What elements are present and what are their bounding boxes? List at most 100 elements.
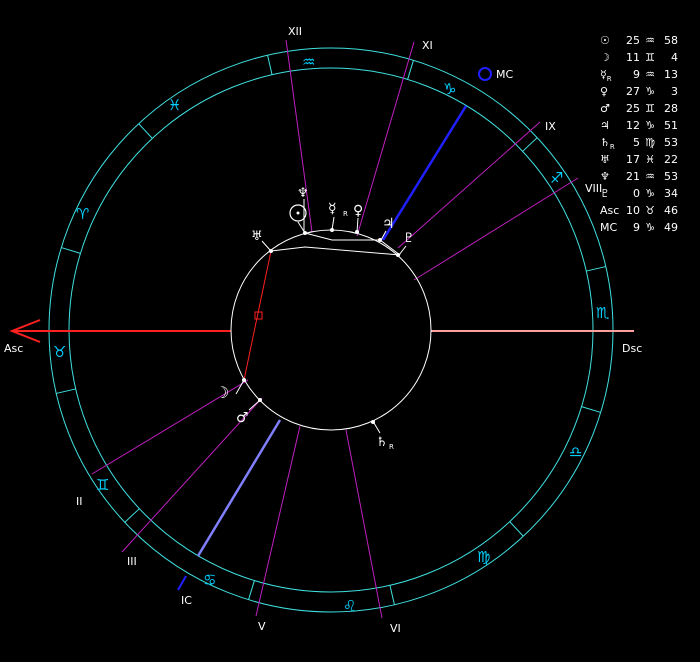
- position-sign-icon: ♉: [645, 204, 655, 217]
- position-row: ☉ 25 ♒ 58: [600, 32, 678, 49]
- sign-divider: [586, 266, 606, 272]
- mc-label: MC: [496, 68, 513, 81]
- scorpio-icon: ♏: [596, 304, 610, 322]
- position-degree: 11: [626, 51, 640, 64]
- planet-symbol: ♅: [600, 153, 610, 166]
- planet-symbol: ♄R: [600, 136, 615, 152]
- position-sign-icon: ♑: [645, 187, 655, 200]
- house-line-viii: [397, 121, 541, 249]
- position-sign-icon: ♓: [645, 153, 655, 166]
- sign-divider: [522, 137, 538, 152]
- position-row: ♇ 0 ♑ 34: [600, 185, 678, 202]
- position-minute: 53: [664, 136, 678, 149]
- sagittarius-icon: ♐: [550, 169, 563, 187]
- sign-divider: [407, 60, 414, 80]
- position-row: ♆ 21 ♒ 53: [600, 168, 678, 185]
- planet-symbol: ☽: [600, 51, 610, 64]
- position-row: ♄R 5 ♍ 53: [600, 134, 678, 151]
- position-row: ☿R 9 ♒ 13: [600, 66, 678, 83]
- planet-symbol: ♀: [600, 85, 609, 98]
- position-minute: 58: [664, 34, 678, 47]
- mercury-icon: ☿: [328, 201, 337, 217]
- planet-leader-line: [398, 245, 407, 256]
- planet-positions-table: ☉ 25 ♒ 58 ☽ 11 ♊ 4 ☿R 9 ♒ 13 ♀ 27 ♑ 3 ♂ 25 ♊ 28 ♃ 12 ♑ 51 ♄R 5 ♍ 53…: [600, 32, 678, 236]
- house-label-ix: IX: [545, 120, 556, 133]
- position-degree: 25: [626, 102, 640, 115]
- position-row: ☽ 11 ♊ 4: [600, 49, 678, 66]
- position-row: Asc 10 ♉ 46: [600, 202, 678, 219]
- position-degree: 5: [633, 136, 640, 149]
- house-label-v: V: [258, 620, 266, 633]
- libra-icon: ♎: [569, 443, 582, 461]
- position-row: ♂ 25 ♊ 28: [600, 100, 678, 117]
- position-sign-icon: ♒: [645, 170, 655, 183]
- dsc-label: Dsc: [622, 342, 642, 355]
- position-degree: 17: [626, 153, 640, 166]
- capricorn-icon: ♑: [443, 80, 456, 98]
- planet-symbol: ☿R: [600, 68, 612, 84]
- planet-symbol: Asc: [600, 204, 620, 217]
- aries-icon: ♈: [76, 205, 89, 223]
- position-degree: 21: [626, 170, 640, 183]
- venus-icon: ♀: [353, 203, 363, 219]
- pisces-icon: ♓: [168, 96, 181, 114]
- position-minute: 51: [664, 119, 678, 132]
- sign-divider: [138, 123, 153, 139]
- position-row: ♀ 27 ♑ 3: [600, 83, 678, 100]
- retrograde-marker: R: [606, 75, 612, 84]
- moon-icon: ☽: [215, 383, 229, 402]
- position-minute: 3: [671, 85, 678, 98]
- planet-leader-line: [356, 217, 359, 233]
- position-sign-icon: ♑: [645, 119, 655, 132]
- position-minute: 22: [664, 153, 678, 166]
- mc-axis: [381, 105, 468, 241]
- uranus-icon: ♅: [251, 229, 263, 244]
- sign-divider: [248, 580, 255, 600]
- position-degree: 9: [633, 68, 640, 81]
- house-label-iii: III: [127, 555, 137, 568]
- house-label-xi: XI: [422, 39, 433, 52]
- planet-leader-line: [248, 400, 260, 411]
- sign-dividers: [56, 55, 606, 605]
- position-row: ♃ 12 ♑ 51: [600, 117, 678, 134]
- position-sign-icon: ♊: [645, 102, 655, 115]
- planet-leader-line: [331, 216, 335, 231]
- house-line-ix: [413, 177, 579, 281]
- aspect-line-white: [270, 246, 401, 256]
- position-sign-icon: ♊: [645, 51, 655, 64]
- position-sign-icon: ♒: [645, 68, 655, 81]
- planet-leader-line: [261, 240, 271, 251]
- sign-divider: [56, 388, 76, 394]
- cancer-icon: ♋: [203, 571, 216, 589]
- planet-symbol: MC: [600, 221, 618, 234]
- position-row: MC 9 ♑ 49: [600, 219, 678, 236]
- neptune-icon: ♆: [297, 186, 309, 201]
- position-minute: 46: [664, 204, 678, 217]
- house-label-xii: XII: [288, 25, 302, 38]
- position-sign-icon: ♒: [645, 34, 655, 47]
- planet-symbol: ♃: [600, 119, 610, 132]
- position-degree: 10: [626, 204, 640, 217]
- planet-symbol: ♂: [600, 102, 610, 115]
- mercury-retro: R: [343, 210, 348, 218]
- position-row: ♅ 17 ♓ 22: [600, 151, 678, 168]
- sign-divider: [389, 585, 395, 605]
- position-degree: 27: [626, 85, 640, 98]
- house-label-vi: VI: [390, 622, 401, 635]
- sign-divider: [509, 521, 524, 537]
- mars-icon: ♂: [236, 410, 249, 426]
- taurus-icon: ♉: [53, 343, 66, 361]
- position-minute: 34: [664, 187, 678, 200]
- sign-divider: [61, 247, 81, 254]
- saturn-icon: ♄: [376, 435, 388, 450]
- planet-symbol: ♆: [600, 170, 610, 183]
- sign-divider: [124, 508, 140, 523]
- virgo-icon: ♍: [477, 548, 490, 566]
- sign-divider: [267, 55, 273, 75]
- retrograde-marker: R: [609, 143, 615, 152]
- jupiter-icon: ♃: [382, 216, 395, 232]
- mc-marker-icon: [478, 67, 492, 81]
- planet-leader-line: [373, 422, 381, 434]
- position-sign-icon: ♍: [645, 136, 655, 149]
- aspect-line: [243, 250, 272, 381]
